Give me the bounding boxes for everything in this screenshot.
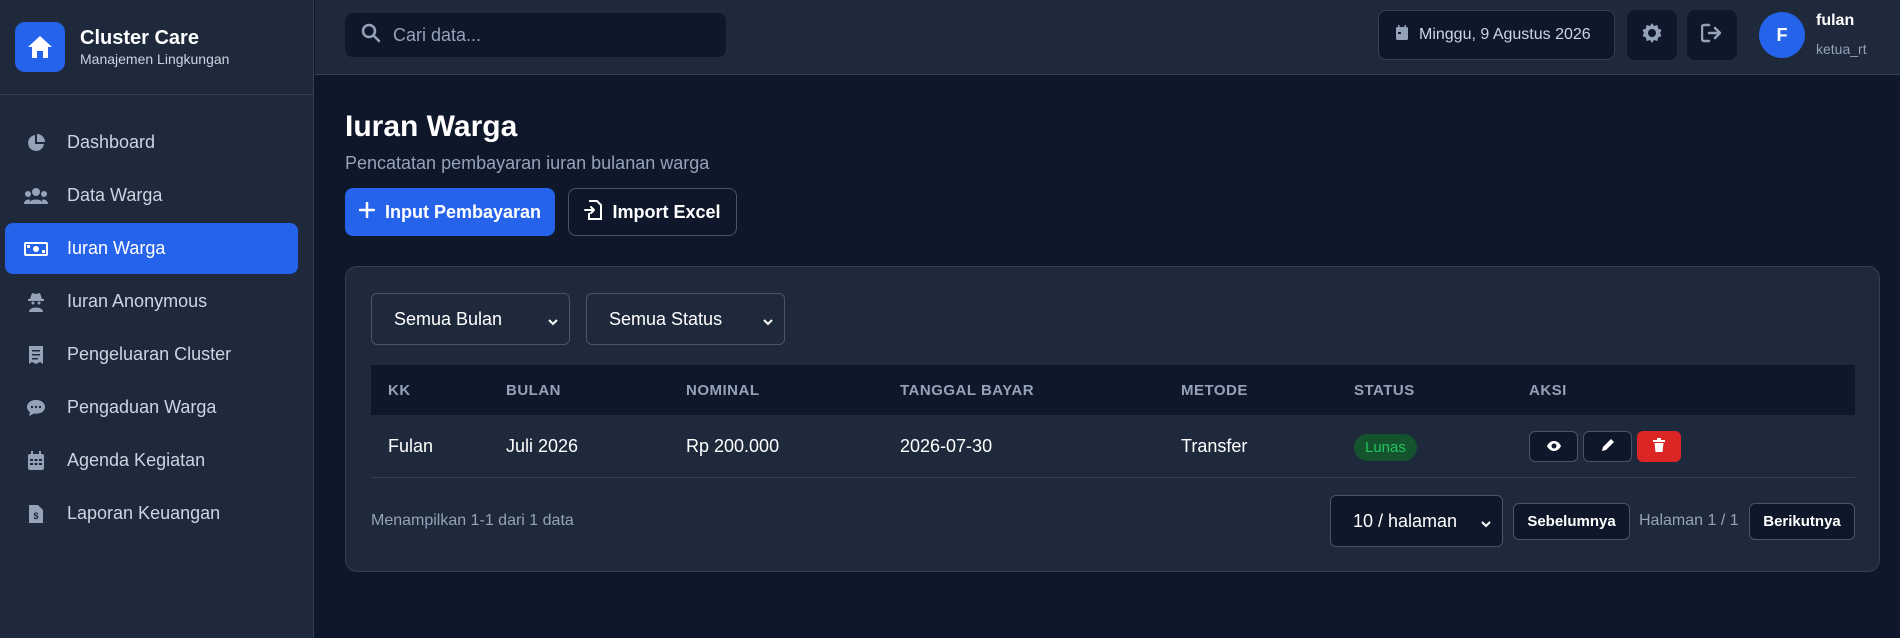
sidebar-item-label: Dashboard — [67, 132, 156, 152]
chevron-down-icon — [1480, 514, 1492, 535]
receipt-icon — [24, 343, 48, 367]
page-indicator: Halaman 1 / 1 — [1639, 512, 1739, 529]
gear-icon — [1641, 22, 1663, 49]
column-header-kk: KK — [388, 381, 411, 399]
previous-page-button[interactable]: Sebelumnya — [1513, 503, 1630, 540]
file-import-icon — [584, 199, 603, 225]
column-header-aksi: AKSI — [1529, 381, 1567, 399]
column-header-status: STATUS — [1354, 381, 1415, 399]
sidebar-item-pengeluaran-cluster[interactable]: Pengeluaran Cluster — [5, 329, 298, 380]
avatar[interactable]: F — [1759, 12, 1805, 58]
plus-icon — [358, 201, 376, 223]
sidebar-nav: Dashboard Data Warga Iuran Warga Iuran A… — [0, 95, 313, 539]
sidebar: Cluster Care Manajemen Lingkungan Dashbo… — [0, 0, 314, 638]
sidebar-item-label: Pengaduan Warga — [67, 397, 217, 417]
sidebar-item-label: Data Warga — [67, 185, 163, 205]
calendar-icon — [24, 449, 48, 473]
input-payment-button[interactable]: Input Pembayaran — [345, 188, 555, 236]
table-row: Fulan Juli 2026 Rp 200.000 2026-07-30 Tr… — [371, 415, 1855, 478]
sidebar-item-dashboard[interactable]: Dashboard — [5, 117, 298, 168]
pencil-icon — [1601, 436, 1615, 457]
sidebar-item-label: Laporan Keuangan — [67, 503, 221, 523]
table-header: KK BULAN NOMINAL TANGGAL BAYAR METODE ST… — [371, 365, 1855, 415]
status-badge: Lunas — [1354, 433, 1417, 461]
search-icon — [361, 23, 381, 48]
per-page-select[interactable]: 10 / halaman — [1330, 495, 1503, 547]
brand-title: Cluster Care — [80, 27, 199, 49]
logout-icon — [1700, 23, 1723, 48]
calendar-icon — [1395, 24, 1409, 46]
comment-icon — [24, 396, 48, 420]
sidebar-item-pengaduan-warga[interactable]: Pengaduan Warga — [5, 382, 298, 433]
cell-metode: Transfer — [1181, 435, 1248, 456]
sidebar-item-data-warga[interactable]: Data Warga — [5, 170, 298, 221]
column-header-tanggal-bayar: TANGGAL BAYAR — [900, 381, 1035, 399]
page-subtitle: Pencatatan pembayaran iuran bulanan warg… — [345, 153, 710, 173]
import-excel-button[interactable]: Import Excel — [568, 188, 737, 236]
date-display: Minggu, 9 Agustus 2026 — [1378, 10, 1615, 60]
search-input[interactable] — [393, 24, 713, 46]
sidebar-item-laporan-keuangan[interactable]: $ Laporan Keuangan — [5, 488, 298, 539]
money-icon — [24, 237, 48, 261]
cell-bulan: Juli 2026 — [506, 435, 579, 456]
sidebar-item-label: Agenda Kegiatan — [67, 450, 206, 470]
month-filter-select[interactable]: Semua Bulan — [371, 293, 570, 345]
trash-icon — [1653, 436, 1665, 457]
column-header-bulan: BULAN — [506, 381, 561, 399]
sidebar-item-label: Iuran Anonymous — [67, 291, 208, 311]
delete-button[interactable] — [1637, 430, 1681, 462]
chevron-down-icon — [762, 312, 774, 333]
brand[interactable]: Cluster Care Manajemen Lingkungan — [0, 0, 313, 95]
sidebar-item-label: Pengeluaran Cluster — [67, 344, 232, 364]
chevron-down-icon — [547, 312, 559, 333]
users-icon — [24, 184, 48, 208]
svg-text:$: $ — [33, 511, 38, 521]
settings-button[interactable] — [1627, 10, 1677, 60]
column-header-nominal: NOMINAL — [686, 381, 760, 399]
sidebar-item-agenda-kegiatan[interactable]: Agenda Kegiatan — [5, 435, 298, 486]
pie-chart-icon — [24, 131, 48, 155]
pagination-summary: Menampilkan 1-1 dari 1 data — [371, 512, 574, 529]
payments-table: KK BULAN NOMINAL TANGGAL BAYAR METODE ST… — [371, 365, 1855, 478]
home-icon — [15, 22, 65, 72]
topbar: Minggu, 9 Agustus 2026 F fulan ketua_rt — [315, 0, 1900, 75]
view-button[interactable] — [1529, 430, 1578, 462]
sidebar-item-label: Iuran Warga — [67, 238, 166, 258]
status-filter-select[interactable]: Semua Status — [586, 293, 785, 345]
logout-button[interactable] — [1687, 10, 1737, 60]
import-excel-label: Import Excel — [612, 201, 721, 222]
payments-card: Semua Bulan Semua Status KK BULAN NOMINA… — [345, 266, 1880, 572]
input-payment-label: Input Pembayaran — [384, 201, 542, 222]
month-filter-value: Semua Bulan — [394, 308, 503, 329]
column-header-metode: METODE — [1181, 381, 1248, 399]
cell-status: Lunas — [1354, 433, 1529, 461]
user-secret-icon — [24, 290, 48, 314]
sidebar-item-iuran-anonymous[interactable]: Iuran Anonymous — [5, 276, 298, 327]
sidebar-item-iuran-warga[interactable]: Iuran Warga — [5, 223, 298, 274]
date-text: Minggu, 9 Agustus 2026 — [1419, 26, 1591, 43]
page-title: Iuran Warga — [345, 110, 518, 143]
brand-subtitle: Manajemen Lingkungan — [80, 51, 230, 67]
cell-nominal: Rp 200.000 — [686, 435, 780, 456]
eye-icon — [1546, 436, 1562, 457]
file-invoice-icon: $ — [24, 502, 48, 526]
status-filter-value: Semua Status — [609, 308, 723, 329]
user-role: ketua_rt — [1816, 41, 1867, 57]
search-bar — [345, 13, 726, 57]
cell-tanggal-bayar: 2026-07-30 — [900, 435, 993, 456]
per-page-value: 10 / halaman — [1353, 510, 1458, 531]
next-page-button[interactable]: Berikutnya — [1749, 503, 1855, 540]
user-name: fulan — [1816, 12, 1855, 29]
cell-kk: Fulan — [388, 435, 434, 456]
edit-button[interactable] — [1583, 430, 1632, 462]
cell-actions — [1529, 430, 1729, 462]
